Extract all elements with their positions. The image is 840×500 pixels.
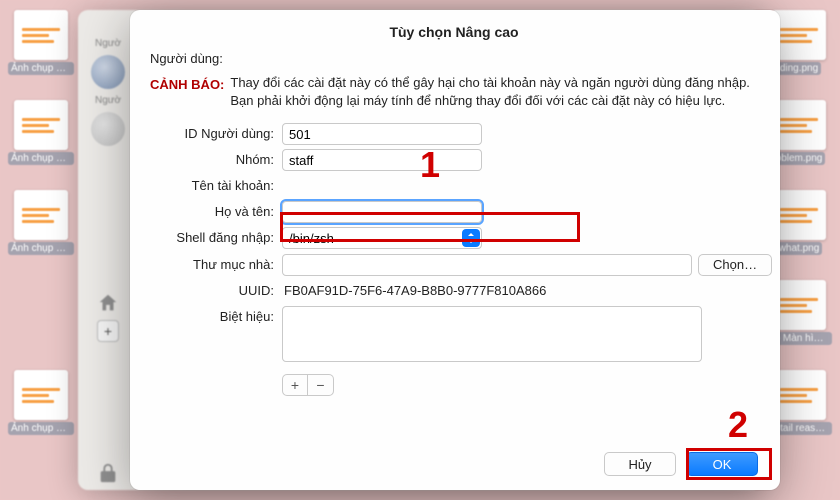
warning-label: CẢNH BÁO: (150, 74, 230, 96)
warning-text: Thay đổi các cài đặt này có thể gây hại … (230, 74, 758, 109)
file-label: what.png (776, 242, 823, 255)
aliases-list[interactable] (282, 306, 702, 362)
uuid-value: FB0AF91D-75F6-47A9-B8B0-9777F810A866 (282, 280, 546, 302)
chevron-updown-icon[interactable] (462, 229, 480, 247)
add-user-button[interactable]: + (97, 320, 119, 342)
file-thumb (14, 370, 68, 420)
choose-button[interactable]: Chọn… (698, 254, 772, 276)
login-shell-label: Shell đăng nhập: (150, 227, 282, 249)
file-thumb (14, 10, 68, 60)
group-input[interactable] (282, 149, 482, 171)
user-id-input[interactable] (282, 123, 482, 145)
avatar (91, 55, 125, 89)
file-label: Ảnh chụp 2023-0 (8, 152, 74, 165)
file-thumb (772, 280, 826, 330)
file-thumb (772, 100, 826, 150)
sidebar-section-label: Ngườ (95, 38, 121, 49)
file-thumb (772, 370, 826, 420)
group-label: Nhóm: (150, 149, 282, 171)
file-label: Ảnh chụp 2023-0 (8, 242, 74, 255)
account-name-label: Tên tài khoản: (150, 175, 282, 197)
home-icon (97, 292, 119, 314)
user-label: Người dùng: (150, 48, 227, 70)
advanced-options-dialog: Tùy chọn Nâng cao Người dùng: CẢNH BÁO: … (130, 10, 780, 490)
full-name-label: Họ và tên: (150, 201, 282, 223)
login-shell-select[interactable] (282, 227, 482, 250)
file-thumb (14, 100, 68, 150)
add-alias-button[interactable]: + (282, 374, 308, 396)
user-id-label: ID Người dùng: (150, 123, 282, 145)
file-label: oblem.png (773, 152, 826, 165)
file-label: Ảnh chụp Màn hình …23.19.4 (8, 422, 74, 435)
home-dir-input[interactable] (282, 254, 692, 276)
file-thumb (772, 190, 826, 240)
dialog-title: Tùy chọn Nâng cao (150, 24, 758, 40)
avatar (91, 112, 125, 146)
file-thumb (14, 190, 68, 240)
aliases-label: Biệt hiệu: (150, 306, 282, 328)
home-dir-label: Thư mục nhà: (150, 254, 282, 276)
remove-alias-button[interactable]: − (308, 374, 334, 396)
full-name-input[interactable] (282, 201, 482, 223)
file-thumb (772, 10, 826, 60)
sidebar-section-label: Ngườ (95, 95, 121, 106)
lock-icon[interactable] (97, 462, 119, 484)
file-label: Ảnh chụp 2023-0 (8, 62, 74, 75)
cancel-button[interactable]: Hủy (604, 452, 676, 476)
uuid-label: UUID: (150, 280, 282, 302)
ok-button[interactable]: OK (686, 452, 758, 476)
login-shell-input[interactable] (282, 227, 482, 249)
file-label: ding.png (777, 62, 821, 75)
